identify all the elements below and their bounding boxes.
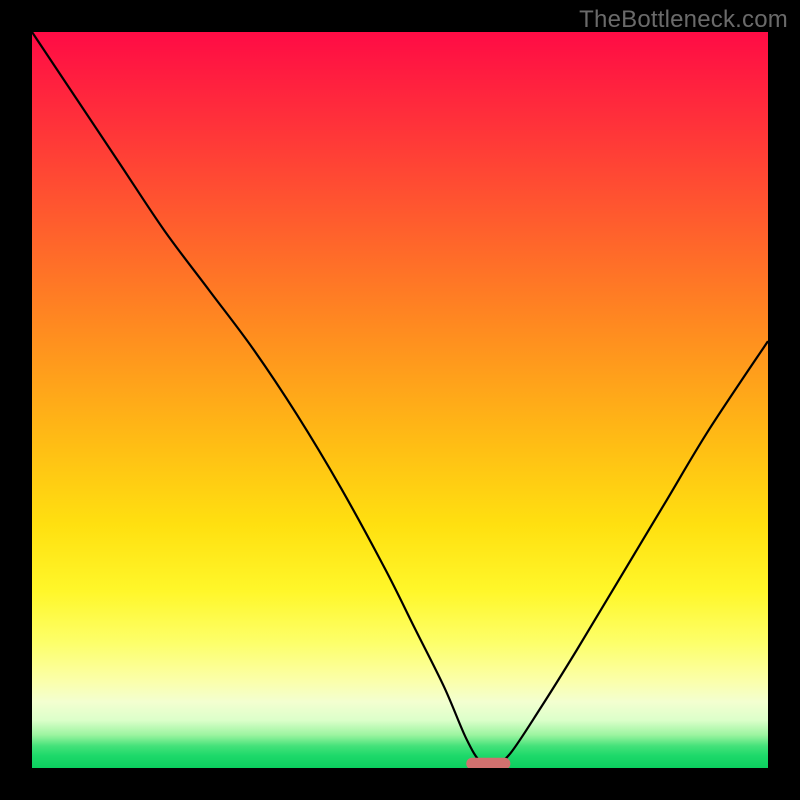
optimal-marker <box>466 758 510 768</box>
chart-canvas: TheBottleneck.com <box>0 0 800 800</box>
attribution-text: TheBottleneck.com <box>579 6 788 34</box>
bottleneck-curve <box>32 32 768 765</box>
chart-svg <box>32 32 768 768</box>
plot-area <box>32 32 768 768</box>
